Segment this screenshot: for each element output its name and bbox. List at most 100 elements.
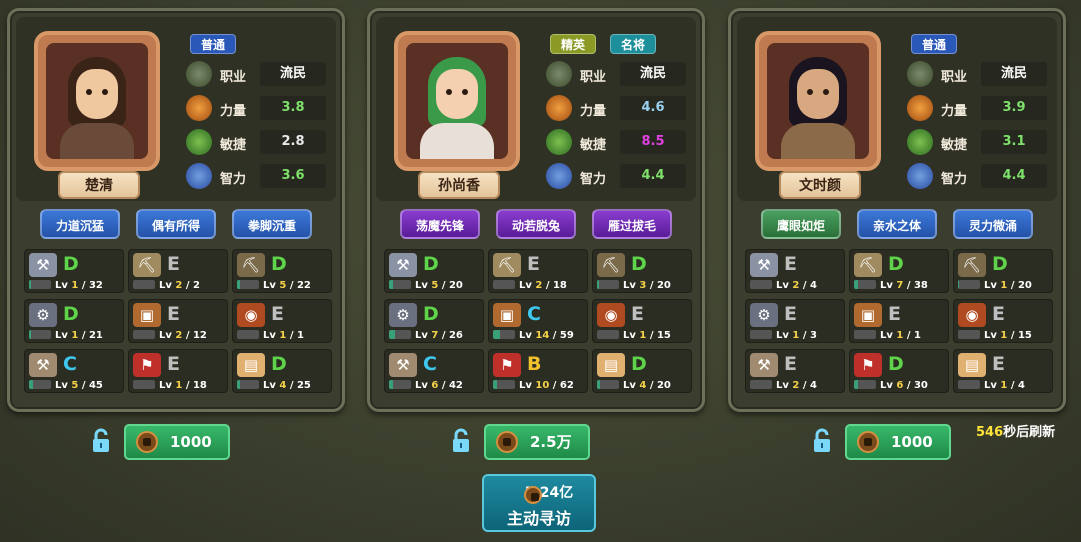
recruit-cost-button[interactable]: 2.5万 [484, 424, 590, 460]
trait-tag[interactable]: 力道沉猛 [40, 209, 120, 239]
trait-tag[interactable]: 雁过拔毛 [592, 209, 672, 239]
skill-slot[interactable]: ▣ E Lv 1 / 1 [849, 299, 949, 343]
skill-slot[interactable]: ⛏ D Lv 5 / 22 [232, 249, 332, 293]
intellect-icon [546, 163, 572, 189]
skill-grade: C [63, 353, 77, 375]
lock-icon[interactable] [812, 428, 832, 454]
cauldron-icon: ◉ [597, 303, 625, 327]
book-icon: ▤ [958, 353, 986, 377]
skill-slot[interactable]: ▤ E Lv 1 / 4 [953, 349, 1053, 393]
stat-value: 2.8 [260, 130, 326, 154]
skill-slot[interactable]: ◉ E Lv 1 / 15 [592, 299, 692, 343]
axe-icon: ⚒ [750, 253, 778, 277]
skill-slot[interactable]: ▣ E Lv 2 / 12 [128, 299, 228, 343]
recruit-card[interactable]: 文时颜 普通 职业 流民 力量 3.9 敏捷 3.1 智力 4.4 鹰眼如炬 亲水之体 灵力微涌 ⚒ E Lv… [728, 8, 1066, 412]
character-name: 文时颜 [779, 171, 861, 199]
banner-icon: ⚑ [854, 353, 882, 377]
skill-slot[interactable]: ⚑ E Lv 1 / 18 [128, 349, 228, 393]
trait-tag[interactable]: 拳脚沉重 [232, 209, 312, 239]
skill-level: Lv 2 / 2 [159, 280, 200, 291]
skill-grade: E [784, 253, 797, 275]
skill-slot[interactable]: ⚒ E Lv 2 / 4 [745, 349, 845, 393]
skill-slot[interactable]: ◉ E Lv 1 / 15 [953, 299, 1053, 343]
trait-tag[interactable]: 鹰眼如炬 [761, 209, 841, 239]
skill-level-max: 3 [809, 330, 817, 341]
skill-level-max: 18 [552, 280, 567, 291]
stat-label: 职业 [941, 70, 968, 85]
stat-row-2: 敏捷 2.8 [186, 127, 326, 157]
recruit-card[interactable]: 孙尚香 精英 名将 职业 流民 力量 4.6 敏捷 8.5 智力 4.4 荡魔先锋 动若脱兔 雁过拔毛 ⚒ D… [367, 8, 705, 412]
skill-slot[interactable]: ⛏ E Lv 2 / 2 [128, 249, 228, 293]
intellect-icon [186, 163, 212, 189]
skill-level: Lv 3 / 20 [623, 280, 671, 291]
skill-grade: D [63, 303, 79, 325]
stat-label: 智力 [220, 172, 247, 187]
skill-slot[interactable]: ⛏ D Lv 3 / 20 [592, 249, 692, 293]
trait-tag[interactable]: 灵力微涌 [953, 209, 1033, 239]
skill-level-current: 14 [535, 330, 550, 341]
skill-level-max: 32 [88, 280, 103, 291]
hammer-icon: ⚒ [750, 353, 778, 377]
intellect-icon [907, 163, 933, 189]
skill-level: Lv 2 / 4 [776, 280, 817, 291]
skill-level: Lv 2 / 18 [519, 280, 567, 291]
skill-progress-bar [854, 280, 876, 289]
skill-grade: E [167, 353, 180, 375]
stat-row-0: 职业 流民 [186, 59, 326, 89]
skill-progress-bar [133, 330, 155, 339]
stat-value: 3.6 [260, 164, 326, 188]
active-visit-button[interactable]: 5.24亿 主动寻访 [482, 474, 596, 532]
skill-slot[interactable]: ▣ C Lv 14 / 59 [488, 299, 588, 343]
skill-slot[interactable]: ⚒ C Lv 6 / 42 [384, 349, 484, 393]
lock-icon[interactable] [451, 428, 471, 454]
skill-level: Lv 2 / 4 [776, 380, 817, 391]
rarity-badge: 精英 [550, 34, 597, 54]
skill-level-max: 4 [809, 280, 817, 291]
recruit-cost-button[interactable]: 1000 [845, 424, 951, 460]
skill-level: Lv 1 / 1 [263, 330, 304, 341]
lock-icon[interactable] [91, 428, 111, 454]
skill-grade: E [527, 253, 540, 275]
skill-slot[interactable]: ⚑ B Lv 10 / 62 [488, 349, 588, 393]
skill-slot[interactable]: ▤ D Lv 4 / 25 [232, 349, 332, 393]
skill-grade: D [423, 303, 439, 325]
skill-progress-bar [958, 380, 980, 389]
skill-grade: E [631, 303, 644, 325]
skill-slot[interactable]: ◉ E Lv 1 / 1 [232, 299, 332, 343]
character-portrait [406, 43, 508, 159]
skill-slot[interactable]: ⚙ E Lv 1 / 3 [745, 299, 845, 343]
skill-slot[interactable]: ⚑ D Lv 6 / 30 [849, 349, 949, 393]
skill-slot[interactable]: ⚙ D Lv 7 / 26 [384, 299, 484, 343]
recruit-card[interactable]: 楚清 普通 职业 流民 力量 3.8 敏捷 2.8 智力 3.6 力道沉猛 偶有所得 拳脚沉重 ⚒ D Lv … [7, 8, 345, 412]
stat-value: 4.4 [620, 164, 686, 188]
skill-slot[interactable]: ⛏ D Lv 7 / 38 [849, 249, 949, 293]
trait-tag[interactable]: 荡魔先锋 [400, 209, 480, 239]
skill-slot[interactable]: ⚒ D Lv 5 / 20 [384, 249, 484, 293]
skill-level-max: 21 [88, 330, 103, 341]
skill-slot[interactable]: ▤ D Lv 4 / 20 [592, 349, 692, 393]
skill-slot[interactable]: ⛏ E Lv 2 / 18 [488, 249, 588, 293]
skill-grade: D [888, 253, 904, 275]
soldier-icon [546, 61, 572, 87]
trait-tag[interactable]: 亲水之体 [857, 209, 937, 239]
stat-row-1: 力量 3.8 [186, 93, 326, 123]
skill-level: Lv 1 / 3 [776, 330, 817, 341]
trait-tag[interactable]: 动若脱兔 [496, 209, 576, 239]
skill-slot[interactable]: ⚒ C Lv 5 / 45 [24, 349, 124, 393]
stat-label: 敏捷 [941, 138, 968, 153]
strength-icon [907, 95, 933, 121]
skill-level: Lv 1 / 20 [984, 280, 1032, 291]
skill-progress-bar [237, 380, 259, 389]
skill-slot[interactable]: ⚙ D Lv 1 / 21 [24, 299, 124, 343]
stat-label: 职业 [220, 70, 247, 85]
stat-value: 3.9 [981, 96, 1047, 120]
skill-slot[interactable]: ⛏ D Lv 1 / 20 [953, 249, 1053, 293]
skill-level: Lv 4 / 25 [263, 380, 311, 391]
character-name: 孙尚香 [418, 171, 500, 199]
skill-progress-bar [958, 280, 980, 289]
trait-tag[interactable]: 偶有所得 [136, 209, 216, 239]
skill-slot[interactable]: ⚒ E Lv 2 / 4 [745, 249, 845, 293]
banner-icon: ⚑ [133, 353, 161, 377]
recruit-cost-button[interactable]: 1000 [124, 424, 230, 460]
skill-slot[interactable]: ⚒ D Lv 1 / 32 [24, 249, 124, 293]
